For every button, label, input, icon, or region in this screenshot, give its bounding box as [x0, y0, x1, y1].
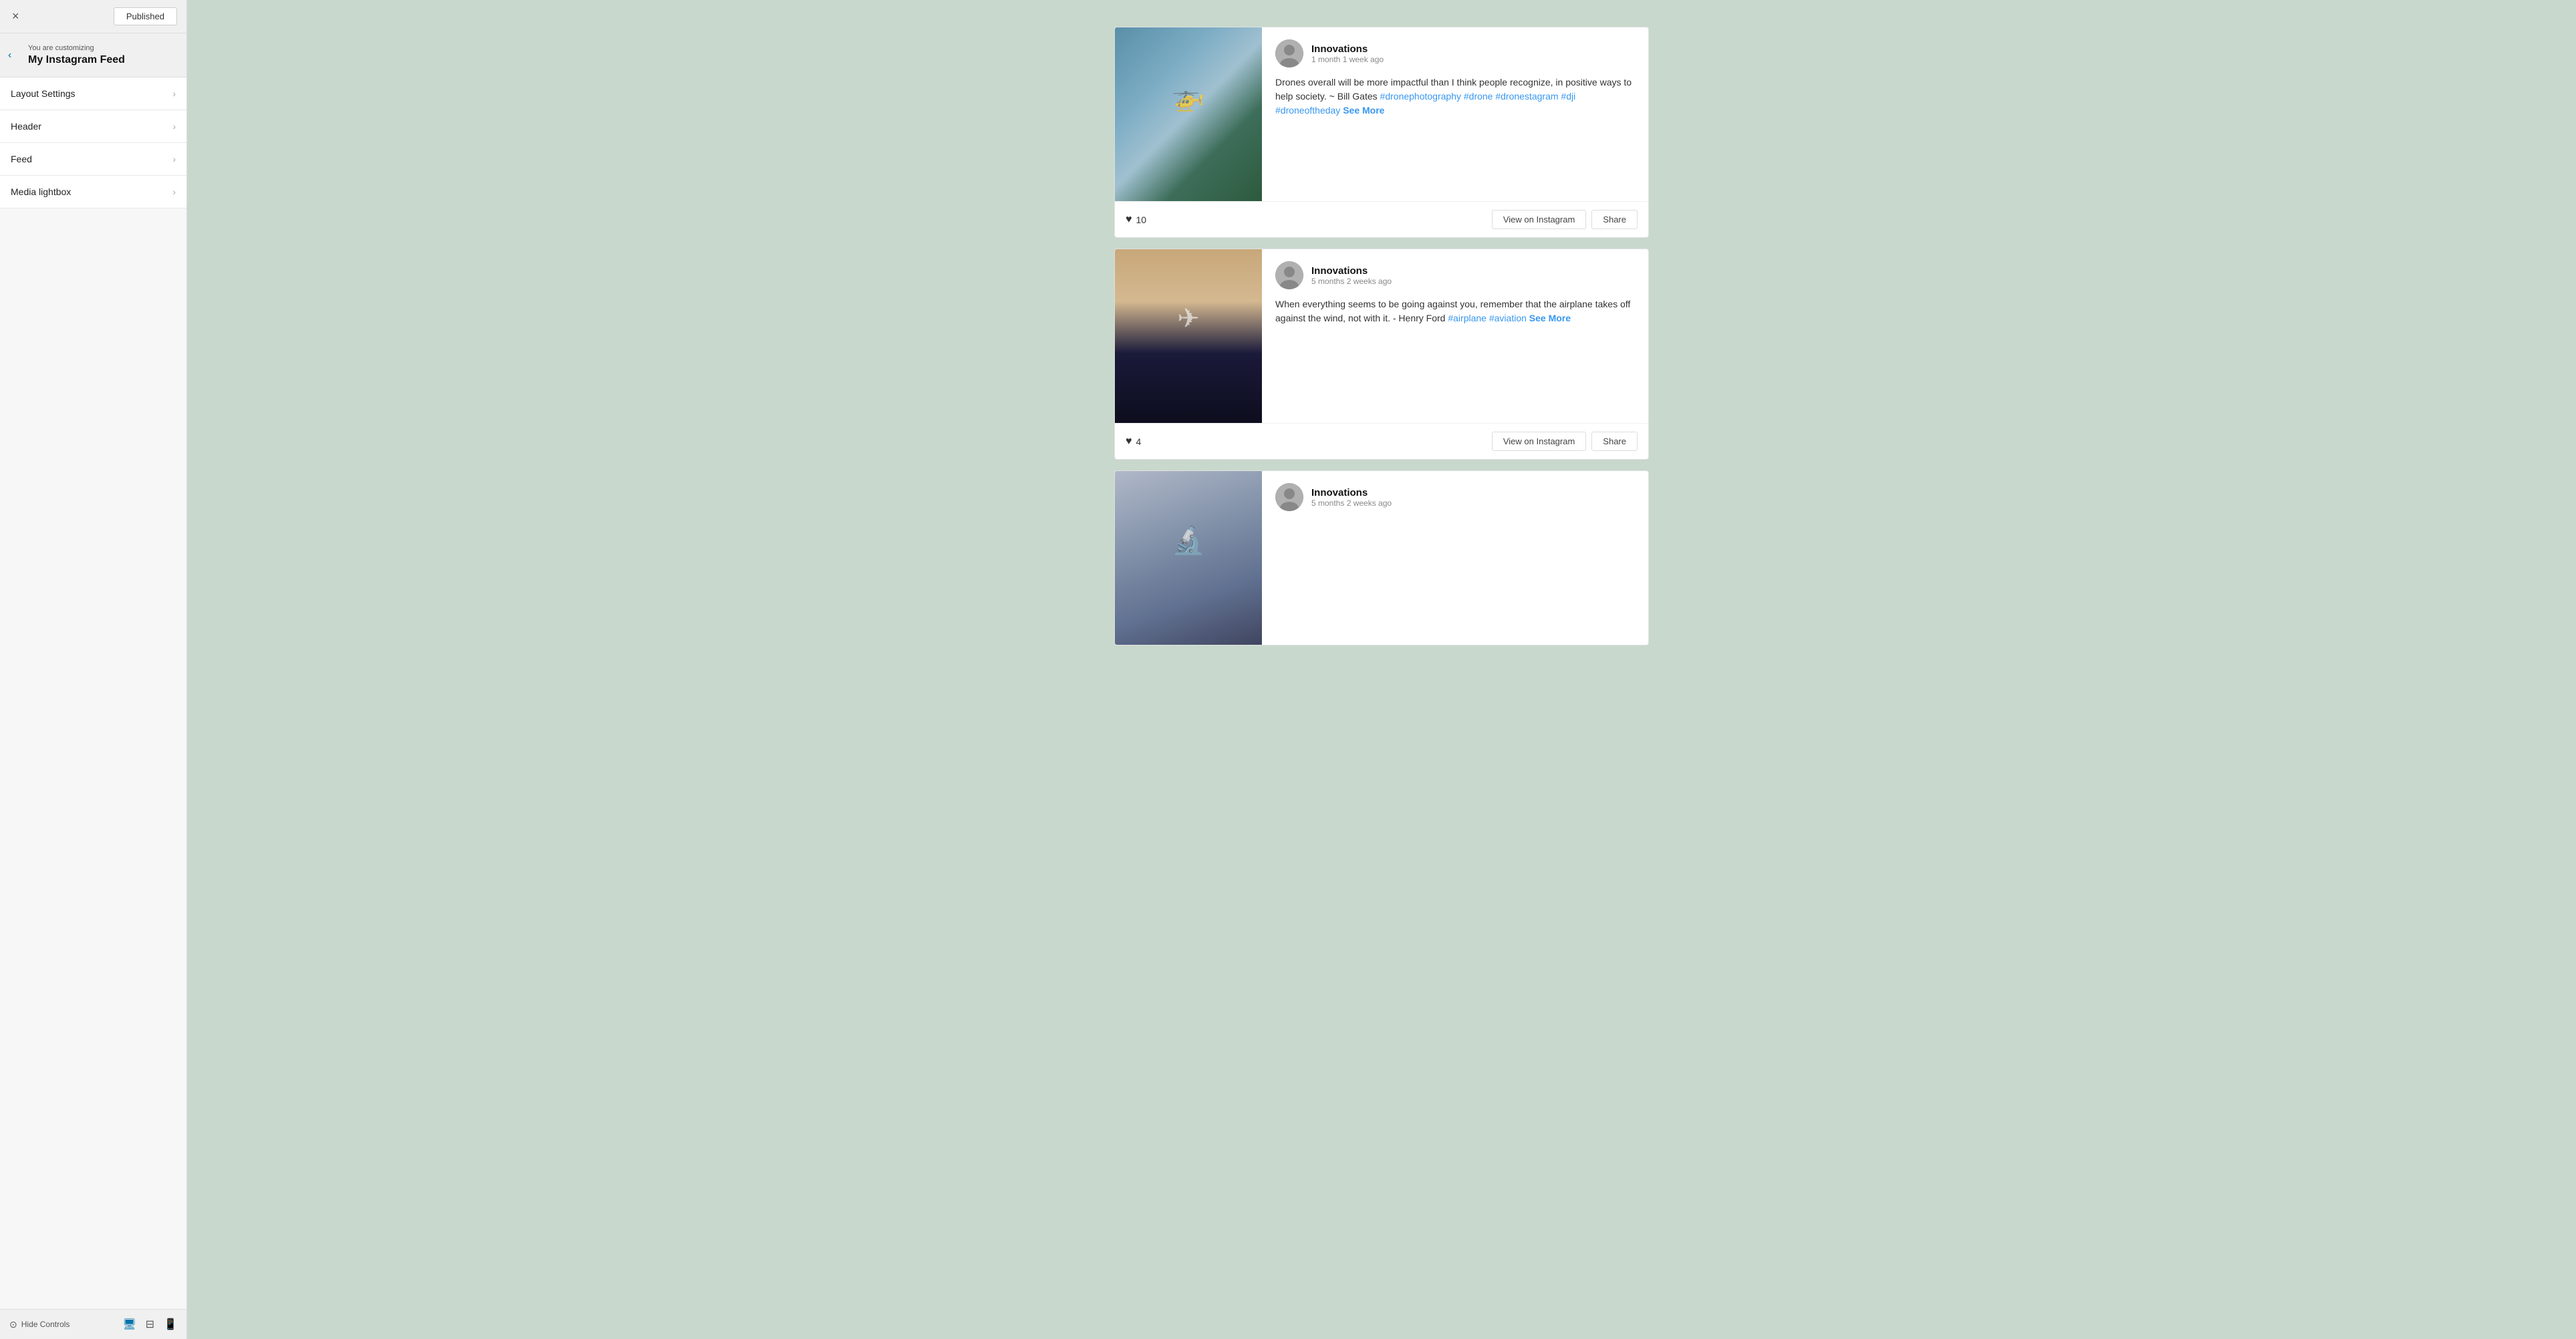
menu-item-media-lightbox[interactable]: Media lightbox ›: [0, 176, 186, 208]
menu-item-label: Feed: [11, 154, 32, 164]
post-footer: ♥ 4 View on Instagram Share: [1115, 423, 1648, 459]
post-footer: ♥ 10 View on Instagram Share: [1115, 201, 1648, 237]
post-meta: Innovations 5 months 2 weeks ago: [1311, 487, 1392, 508]
chevron-right-icon: ›: [172, 121, 176, 132]
post-header: Innovations 5 months 2 weeks ago: [1275, 261, 1635, 289]
hide-controls-label: Hide Controls: [21, 1320, 70, 1329]
main-content: Innovations 1 month 1 week ago Drones ov…: [187, 0, 2576, 1339]
post-content: Innovations 5 months 2 weeks ago: [1262, 471, 1648, 645]
sidebar-menu: Layout Settings › Header › Feed › Media …: [0, 78, 186, 1309]
likes: ♥ 4: [1126, 436, 1141, 448]
share-button[interactable]: Share: [1591, 432, 1638, 451]
post-header: Innovations 5 months 2 weeks ago: [1275, 483, 1635, 511]
avatar: [1275, 483, 1303, 511]
desktop-icon[interactable]: 🖥: [122, 1318, 136, 1331]
post-body: Innovations 5 months 2 weeks ago When ev…: [1115, 249, 1648, 423]
post-body: Innovations 1 month 1 week ago Drones ov…: [1115, 27, 1648, 201]
chevron-right-icon: ›: [172, 88, 176, 99]
menu-item-layout-settings[interactable]: Layout Settings ›: [0, 78, 186, 110]
avatar: [1275, 39, 1303, 67]
drone-image-placeholder: [1115, 27, 1262, 201]
sidebar-top-bar: × Published: [0, 0, 186, 33]
hide-controls-button[interactable]: ⊙ Hide Controls: [9, 1319, 70, 1330]
customizing-title: My Instagram Feed: [28, 54, 177, 66]
post-card: Innovations 1 month 1 week ago Drones ov…: [1114, 27, 1649, 238]
back-button[interactable]: ‹: [8, 49, 11, 61]
customizing-label: You are customizing: [28, 44, 177, 52]
feed-container: Innovations 1 month 1 week ago Drones ov…: [1114, 27, 1649, 645]
post-content: Innovations 5 months 2 weeks ago When ev…: [1262, 249, 1648, 423]
view-on-instagram-button[interactable]: View on Instagram: [1492, 432, 1586, 451]
post-text: Drones overall will be more impactful th…: [1275, 76, 1635, 118]
sidebar: × Published ‹ You are customizing My Ins…: [0, 0, 187, 1339]
post-header: Innovations 1 month 1 week ago: [1275, 39, 1635, 67]
tablet-icon[interactable]: ⊟: [146, 1318, 154, 1331]
post-username: Innovations: [1311, 43, 1384, 55]
post-time: 5 months 2 weeks ago: [1311, 277, 1392, 286]
post-card: Innovations 5 months 2 weeks ago: [1114, 470, 1649, 645]
sidebar-bottom: ⊙ Hide Controls 🖥 ⊟ 📱: [0, 1309, 186, 1339]
post-card: Innovations 5 months 2 weeks ago When ev…: [1114, 249, 1649, 460]
post-meta: Innovations 5 months 2 weeks ago: [1311, 265, 1392, 286]
post-text: When everything seems to be going agains…: [1275, 297, 1635, 325]
post-body: Innovations 5 months 2 weeks ago: [1115, 471, 1648, 645]
see-more-link[interactable]: See More: [1529, 313, 1571, 323]
like-count: 4: [1136, 436, 1142, 447]
menu-item-header[interactable]: Header ›: [0, 110, 186, 143]
hide-controls-icon: ⊙: [9, 1319, 17, 1330]
mobile-icon[interactable]: 📱: [164, 1318, 177, 1331]
post-image-drone: [1115, 27, 1262, 201]
post-time: 1 month 1 week ago: [1311, 55, 1384, 64]
view-on-instagram-button[interactable]: View on Instagram: [1492, 210, 1586, 229]
menu-item-feed[interactable]: Feed ›: [0, 143, 186, 176]
like-count: 10: [1136, 214, 1147, 225]
post-username: Innovations: [1311, 265, 1392, 277]
share-button[interactable]: Share: [1591, 210, 1638, 229]
heart-icon: ♥: [1126, 436, 1132, 448]
customizing-section: ‹ You are customizing My Instagram Feed: [0, 33, 186, 78]
post-content: Innovations 1 month 1 week ago Drones ov…: [1262, 27, 1648, 201]
chevron-right-icon: ›: [172, 186, 176, 197]
avatar: [1275, 261, 1303, 289]
chevron-right-icon: ›: [172, 154, 176, 164]
menu-item-label: Header: [11, 121, 41, 132]
post-actions: View on Instagram Share: [1492, 210, 1638, 229]
post-actions: View on Instagram Share: [1492, 432, 1638, 451]
post-time: 5 months 2 weeks ago: [1311, 498, 1392, 508]
menu-item-label: Layout Settings: [11, 88, 76, 99]
close-button[interactable]: ×: [9, 7, 22, 26]
published-button[interactable]: Published: [114, 7, 177, 25]
likes: ♥ 10: [1126, 214, 1146, 226]
post-image-microscope: [1115, 471, 1262, 645]
menu-item-label: Media lightbox: [11, 186, 71, 197]
post-image-airplane: [1115, 249, 1262, 423]
heart-icon: ♥: [1126, 214, 1132, 226]
microscope-image-placeholder: [1115, 471, 1262, 645]
airplane-image-placeholder: [1115, 249, 1262, 423]
post-username: Innovations: [1311, 487, 1392, 498]
post-meta: Innovations 1 month 1 week ago: [1311, 43, 1384, 64]
see-more-link[interactable]: See More: [1343, 105, 1384, 116]
device-icons: 🖥 ⊟ 📱: [122, 1318, 177, 1331]
